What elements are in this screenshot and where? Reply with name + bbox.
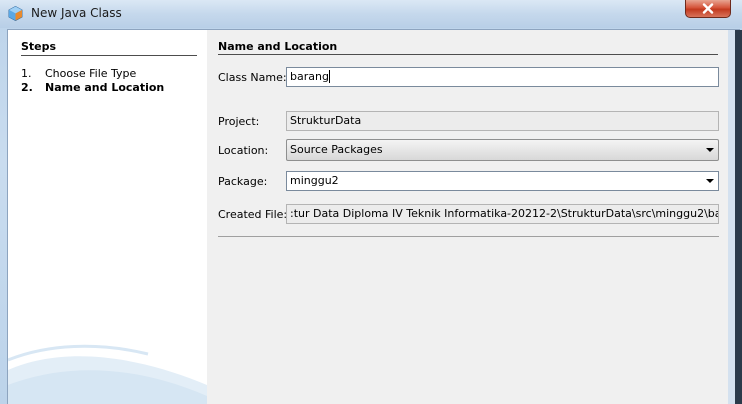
step-number: 1. bbox=[21, 67, 32, 80]
class-name-input[interactable]: barang bbox=[286, 67, 719, 87]
name-location-panel: Name and Location Class Name: barang Pro… bbox=[208, 30, 728, 404]
step-label: Name and Location bbox=[45, 81, 165, 94]
close-button[interactable] bbox=[685, 0, 731, 18]
project-label: Project: bbox=[218, 115, 260, 128]
location-label: Location: bbox=[218, 144, 269, 157]
background-window-edge bbox=[735, 30, 742, 404]
package-value: minggu2 bbox=[290, 174, 339, 187]
chevron-down-icon bbox=[706, 148, 714, 152]
window-title: New Java Class bbox=[31, 6, 122, 20]
steps-panel: Steps 1. Choose File Type 2. Name and Loca… bbox=[8, 30, 207, 404]
step-label: Choose File Type bbox=[45, 67, 137, 80]
project-field: StrukturData bbox=[286, 111, 719, 131]
decorative-swoosh bbox=[8, 344, 207, 404]
steps-divider bbox=[21, 55, 197, 56]
location-value: Source Packages bbox=[290, 143, 383, 156]
chevron-down-icon[interactable] bbox=[706, 179, 714, 183]
step-choose-file-type: 1. Choose File Type bbox=[21, 67, 136, 80]
panel-divider bbox=[218, 54, 718, 55]
step-name-and-location: 2. Name and Location bbox=[21, 81, 164, 94]
location-select[interactable]: Source Packages bbox=[286, 139, 719, 161]
steps-heading: Steps bbox=[21, 40, 57, 53]
step-number: 2. bbox=[21, 81, 33, 94]
class-name-value: barang bbox=[290, 70, 330, 83]
dialog-window: New Java Class Steps 1. Choose File Type … bbox=[0, 0, 742, 404]
title-bar[interactable]: New Java Class bbox=[0, 0, 742, 28]
netbeans-cube-icon bbox=[8, 6, 23, 21]
class-name-label: Class Name: bbox=[218, 71, 287, 84]
close-icon bbox=[702, 3, 714, 14]
bottom-divider bbox=[218, 236, 719, 237]
package-label: Package: bbox=[218, 175, 268, 188]
created-file-field: :tur Data Diploma IV Teknik Informatika-… bbox=[286, 204, 719, 224]
created-file-label: Created File: bbox=[218, 208, 288, 221]
package-combo[interactable]: minggu2 bbox=[286, 171, 719, 191]
panel-heading: Name and Location bbox=[218, 40, 338, 53]
